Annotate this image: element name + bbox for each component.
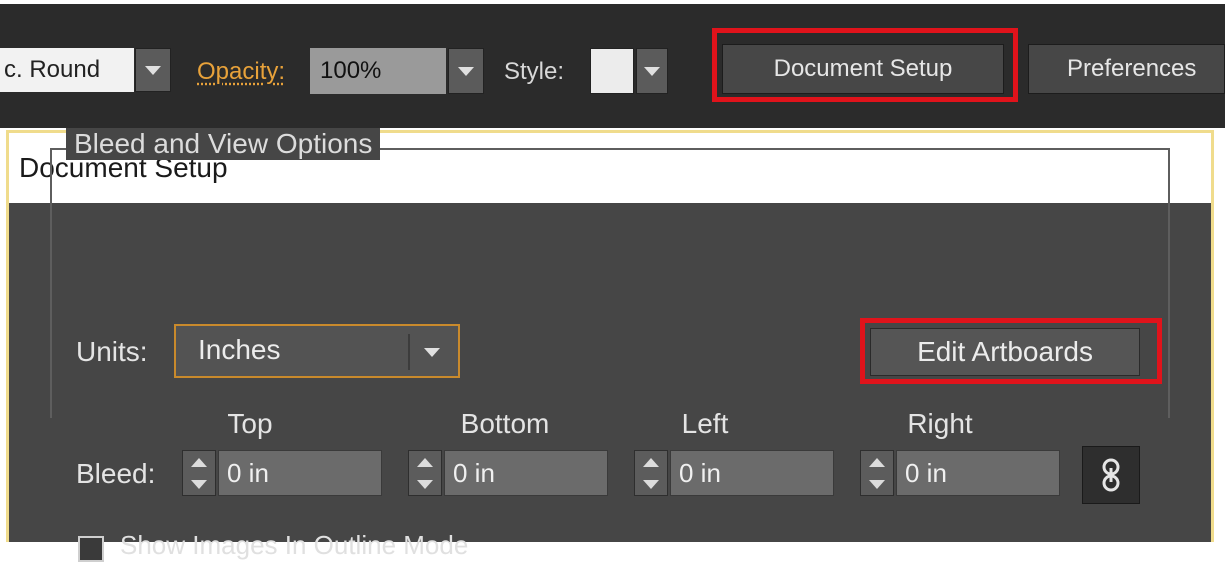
chevron-down-icon — [458, 66, 474, 76]
bleed-left-stepper[interactable] — [634, 450, 668, 496]
document-setup-button[interactable]: Document Setup — [722, 44, 1004, 94]
bleed-bottom-heading: Bottom — [460, 408, 550, 439]
style-label: Style: — [504, 58, 565, 85]
arrow-up-icon — [643, 457, 659, 467]
bleed-bottom-input[interactable]: 0 in — [444, 450, 608, 496]
chevron-down-icon — [644, 66, 660, 76]
group-title: Bleed and View Options — [66, 128, 381, 160]
corner-type-dropdown-button[interactable] — [135, 48, 171, 92]
arrow-down-icon — [643, 479, 659, 489]
units-divider — [408, 334, 410, 370]
opacity-value: 100% — [320, 57, 382, 84]
bleed-left-input[interactable]: 0 in — [670, 450, 834, 496]
units-label: Units: — [76, 336, 148, 367]
bleed-top-heading: Top — [227, 408, 273, 439]
bleed-right-stepper[interactable] — [860, 450, 894, 496]
opacity-field[interactable]: 100% — [310, 48, 446, 94]
arrow-up-icon — [417, 457, 433, 467]
edit-artboards-button[interactable]: Edit Artboards — [870, 328, 1140, 376]
show-images-outline-label: Show Images In Outline Mode — [120, 530, 469, 560]
chain-link-icon — [1102, 458, 1120, 492]
arrow-down-icon — [417, 479, 433, 489]
arrow-down-icon — [869, 479, 885, 489]
bleed-right-input[interactable]: 0 in — [896, 450, 1060, 496]
bleed-top-input[interactable]: 0 in — [218, 450, 382, 496]
style-swatch[interactable] — [590, 48, 634, 94]
bleed-top-stepper[interactable] — [182, 450, 216, 496]
arrow-up-icon — [191, 457, 207, 467]
bleed-label: Bleed: — [76, 458, 156, 489]
bleed-right-heading: Right — [907, 408, 973, 439]
control-bar: c. Round Opacity: 100% Style: Document S… — [0, 0, 1225, 128]
units-value: Inches — [198, 334, 281, 365]
corner-type-field[interactable]: c. Round — [0, 48, 134, 92]
arrow-down-icon — [191, 479, 207, 489]
style-dropdown-button[interactable] — [636, 48, 668, 94]
bleed-left-heading: Left — [681, 408, 729, 439]
link-bleed-button[interactable] — [1082, 446, 1140, 504]
arrow-up-icon — [869, 457, 885, 467]
show-images-outline-checkbox[interactable] — [78, 536, 104, 562]
preferences-button[interactable]: Preferences — [1028, 44, 1225, 94]
chevron-down-icon — [145, 65, 161, 75]
corner-type-value: c. Round — [4, 56, 101, 83]
units-select[interactable]: Inches — [174, 324, 460, 378]
opacity-dropdown-button[interactable] — [448, 48, 484, 94]
bleed-bottom-stepper[interactable] — [408, 450, 442, 496]
opacity-label[interactable]: Opacity: — [197, 58, 285, 86]
chevron-down-icon — [424, 348, 440, 357]
